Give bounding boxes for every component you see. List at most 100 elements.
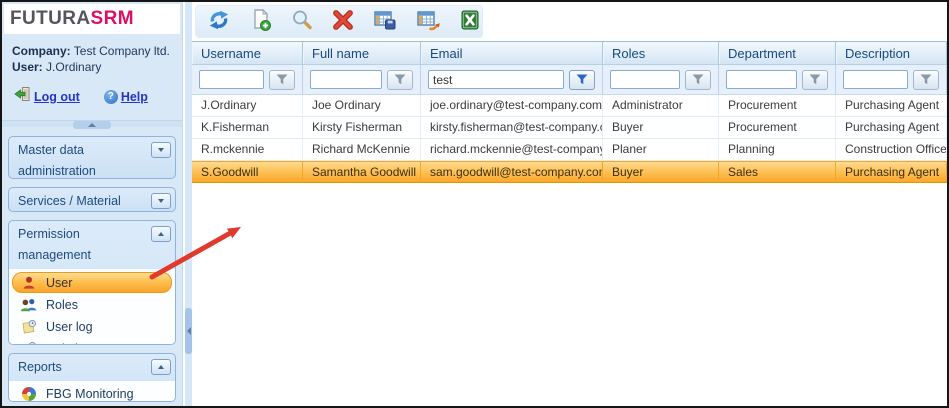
- column-header-description[interactable]: Description: [836, 41, 947, 65]
- splitter-collapse-handle[interactable]: [73, 121, 111, 129]
- refresh-button[interactable]: [206, 8, 232, 35]
- table-cell: joe.ordinary@test-company.com: [421, 95, 603, 117]
- sidebar-item-label: Role log: [46, 342, 92, 345]
- filter-funnel-button-roles[interactable]: [685, 70, 711, 90]
- filter-funnel-button-department[interactable]: [802, 70, 828, 90]
- table-cell: Procurement: [719, 95, 836, 117]
- column-header-department[interactable]: Department: [719, 41, 836, 65]
- column-header-username[interactable]: Username: [192, 41, 303, 65]
- filter-funnel-button-username[interactable]: [269, 70, 295, 90]
- column-header-roles[interactable]: Roles: [603, 41, 719, 65]
- sidebar-collapse-handle[interactable]: [185, 308, 192, 354]
- filter-input-username[interactable]: [199, 70, 264, 89]
- main-vertical-splitter[interactable]: [183, 2, 192, 406]
- sidebar-panels: Master data administration Services / Ma…: [2, 127, 182, 406]
- panel-collapse-button[interactable]: [151, 359, 171, 375]
- user-label: User:: [12, 60, 43, 74]
- filter-funnel-button-full-name[interactable]: [387, 70, 413, 90]
- panel-expand-button[interactable]: [151, 193, 171, 209]
- chevron-up-icon: [158, 365, 164, 369]
- user-icon: [20, 275, 37, 291]
- log-icon: [20, 341, 37, 345]
- panel-title: Reports: [18, 357, 151, 378]
- filter-cell-department: [719, 65, 836, 95]
- logo-text-accent: SRM: [91, 8, 134, 30]
- filter-cell-full-name: [303, 65, 421, 95]
- table-cell: sam.goodwill@test-company.com: [421, 161, 603, 183]
- column-header-full-name[interactable]: Full name: [303, 41, 421, 65]
- user-value: J.Ordinary: [46, 60, 101, 74]
- panel-collapse-button[interactable]: [151, 226, 171, 242]
- toolbar-strip: [192, 2, 947, 41]
- user-line: User: J.Ordinary: [12, 59, 182, 75]
- panel-header[interactable]: Reports: [9, 354, 175, 381]
- help-link[interactable]: ? Help: [104, 90, 148, 104]
- table-row[interactable]: S.GoodwillSamantha Goodwillsam.goodwill@…: [192, 161, 947, 183]
- company-value: Test Company ltd.: [74, 44, 170, 58]
- panel-services-material: Services / Material: [8, 187, 176, 212]
- filter-input-email[interactable]: [428, 70, 564, 89]
- logout-link[interactable]: Log out: [14, 86, 80, 107]
- excel-export-icon: [458, 8, 482, 35]
- new-record-button[interactable]: [249, 8, 273, 35]
- collapse-up-icon: [88, 123, 96, 127]
- collapse-left-icon: [187, 327, 191, 335]
- sidebar-item-role-log[interactable]: Role log: [12, 338, 172, 344]
- panel-master-data-administration: Master data administration: [8, 136, 176, 179]
- filter-input-description[interactable]: [843, 70, 908, 89]
- sidebar-item-fbg-monitoring[interactable]: FBG Monitoring: [12, 384, 172, 402]
- table-cell: Administrator: [603, 95, 719, 117]
- table-cell: R.mckennie: [192, 139, 303, 161]
- panel-header[interactable]: Master data administration: [9, 137, 175, 179]
- search-button[interactable]: [290, 8, 314, 35]
- panel-header[interactable]: Permission management: [9, 221, 175, 269]
- table-cell: K.Fisherman: [192, 117, 303, 139]
- table-header-row: UsernameFull nameEmailRolesDepartmentDes…: [192, 41, 947, 65]
- sidebar-item-user[interactable]: User: [12, 272, 172, 293]
- sidebar-links: Log out ? Help: [14, 88, 182, 106]
- table-filter-row: [192, 65, 947, 95]
- panel-expand-button[interactable]: [151, 142, 171, 158]
- excel-export-button[interactable]: [458, 8, 482, 35]
- table-cell: Planer: [603, 139, 719, 161]
- table-row[interactable]: K.FishermanKirsty Fishermankirsty.fisher…: [192, 117, 947, 139]
- sidebar-horizontal-splitter[interactable]: [2, 120, 182, 127]
- table-cell: Joe Ordinary: [303, 95, 421, 117]
- filter-funnel-button-description[interactable]: [913, 70, 939, 90]
- table-cell: Purchasing Agent: [836, 95, 947, 117]
- sidebar-item-label: Roles: [46, 298, 78, 312]
- delete-button[interactable]: [331, 8, 355, 35]
- filter-input-full-name[interactable]: [310, 70, 382, 89]
- help-label[interactable]: Help: [121, 90, 148, 104]
- logout-label[interactable]: Log out: [34, 90, 80, 104]
- table-cell: Richard McKennie: [303, 139, 421, 161]
- table-cell: Kirsty Fisherman: [303, 117, 421, 139]
- monitoring-icon: [20, 386, 37, 402]
- filter-cell-username: [192, 65, 303, 95]
- filter-input-roles[interactable]: [610, 70, 680, 89]
- chevron-up-icon: [158, 232, 164, 236]
- panel-body: FBG Monitoring: [9, 381, 175, 402]
- save-table-layout-button[interactable]: [372, 8, 398, 35]
- log-icon: [20, 319, 37, 335]
- export-table-button[interactable]: [415, 8, 441, 35]
- table-row[interactable]: J.OrdinaryJoe Ordinaryjoe.ordinary@test-…: [192, 95, 947, 117]
- panel-reports: Reports: [8, 353, 176, 402]
- filter-funnel-button-email[interactable]: [569, 70, 595, 90]
- app-logo: FUTURA SRM: [4, 4, 180, 34]
- table-cell: richard.mckennie@test-company.com: [421, 139, 603, 161]
- column-header-email[interactable]: Email: [421, 41, 603, 65]
- panel-header[interactable]: Services / Material: [9, 188, 175, 212]
- table-body: J.OrdinaryJoe Ordinaryjoe.ordinary@test-…: [192, 95, 947, 183]
- table-cell: Procurement: [719, 117, 836, 139]
- sidebar-item-roles[interactable]: Roles: [12, 294, 172, 315]
- table-cell: S.Goodwill: [192, 161, 303, 183]
- filter-input-department[interactable]: [726, 70, 797, 89]
- filter-cell-roles: [603, 65, 719, 95]
- panel-title: Services / Material: [18, 191, 151, 212]
- table-cell: Purchasing Agent: [836, 161, 947, 183]
- logo-text-primary: FUTURA: [10, 8, 91, 30]
- sidebar-item-user-log[interactable]: User log: [12, 316, 172, 337]
- table-row[interactable]: R.mckennieRichard McKennierichard.mckenn…: [192, 139, 947, 161]
- delete-icon: [331, 8, 355, 35]
